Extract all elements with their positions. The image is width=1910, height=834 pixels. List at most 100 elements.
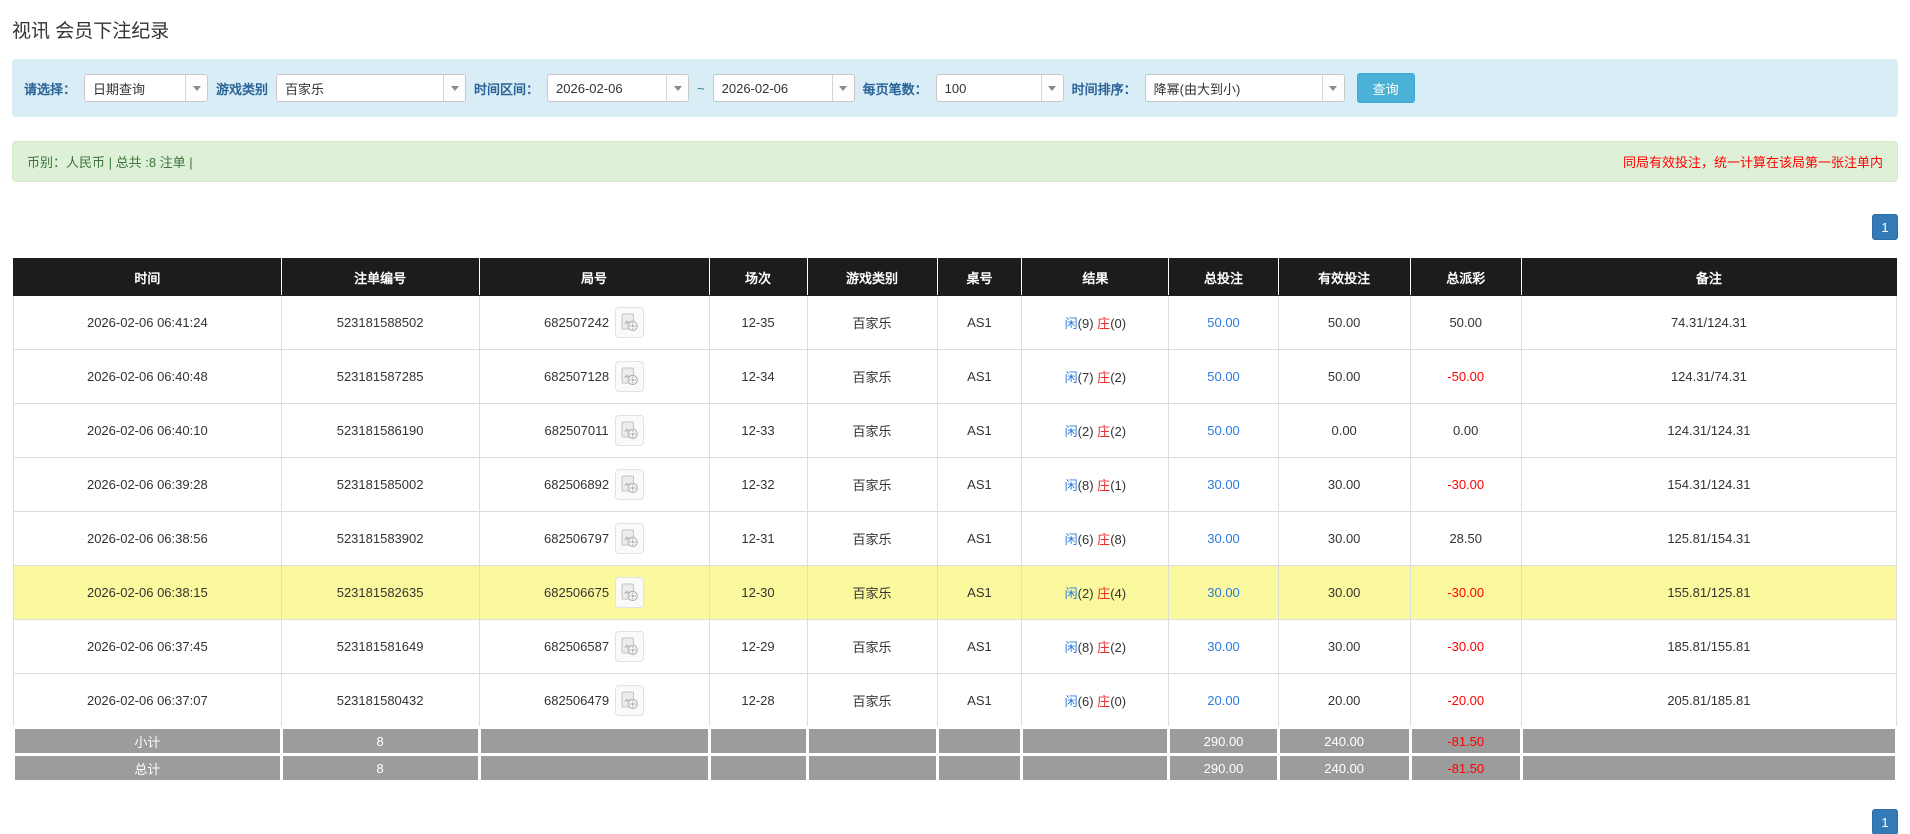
date-to-select[interactable]: 2026-02-06 — [712, 74, 855, 102]
page-size-label: 每页笔数： — [862, 81, 928, 97]
video-replay-icon[interactable] — [615, 523, 645, 554]
cell-remark: 124.31/74.31 — [1520, 349, 1898, 404]
cell-table-no: AS1 — [936, 295, 1023, 350]
chevron-down-icon[interactable] — [1040, 75, 1063, 101]
cell-time: 2026-02-06 06:38:15 — [13, 565, 282, 620]
cell-bet-id: 523181585002 — [280, 457, 480, 512]
result-banker: 庄 — [1097, 532, 1111, 547]
cell-total-bet-link[interactable]: 50.00 — [1168, 349, 1279, 404]
cell-payout: -20.00 — [1409, 673, 1522, 728]
cell-table-no: AS1 — [936, 673, 1023, 728]
page-1-button[interactable]: 1 — [1872, 809, 1898, 834]
subtotal-payout: -81.50 — [1408, 726, 1523, 756]
cell-round-id: 682506479 — [478, 673, 710, 728]
chevron-down-icon[interactable] — [185, 75, 208, 101]
page-1-button[interactable]: 1 — [1872, 214, 1898, 240]
cell-remark: 124.31/124.31 — [1520, 403, 1898, 458]
column-header: 结果 — [1021, 258, 1170, 296]
cell-round-id: 682507242 — [478, 295, 710, 350]
chevron-down-icon[interactable] — [443, 75, 466, 101]
cell-session: 12-34 — [708, 349, 808, 404]
query-type-value: 日期查询 — [93, 81, 146, 97]
video-replay-icon[interactable] — [615, 577, 645, 608]
table-row: 2026-02-06 06:38:15 523181582635 682506675… — [13, 565, 1898, 620]
cell-total-bet-link[interactable]: 30.00 — [1168, 511, 1279, 566]
result-player: 闲 — [1064, 640, 1078, 655]
cell-table-no: AS1 — [936, 511, 1023, 566]
cell-payout: 28.50 — [1409, 511, 1522, 566]
cell-remark: 74.31/124.31 — [1520, 295, 1898, 350]
column-header: 时间 — [13, 258, 282, 296]
table-row: 2026-02-06 06:39:28 523181585002 682506892… — [13, 457, 1898, 512]
time-sort-label: 时间排序： — [1071, 81, 1137, 97]
cell-total-bet-link[interactable]: 30.00 — [1168, 457, 1279, 512]
column-header: 桌号 — [936, 258, 1023, 296]
cell-time: 2026-02-06 06:37:45 — [13, 619, 282, 674]
video-replay-icon[interactable] — [615, 684, 645, 716]
cell-bet-id: 523181583902 — [280, 511, 480, 566]
cell-bet-id: 523181581649 — [280, 619, 480, 674]
table-row: 2026-02-06 06:40:48 523181587285 682507128… — [13, 349, 1898, 404]
cell-total-bet-link[interactable]: 30.00 — [1168, 619, 1279, 674]
time-sort-select[interactable]: 降幂(由大到小) — [1144, 74, 1345, 102]
result-banker: 庄 — [1097, 424, 1111, 439]
cell-game-type: 百家乐 — [806, 295, 938, 350]
page-size-select[interactable]: 100 — [935, 74, 1064, 102]
cell-session: 12-31 — [708, 511, 808, 566]
game-type-select[interactable]: 百家乐 — [276, 74, 467, 102]
cell-total-bet-link[interactable]: 30.00 — [1168, 565, 1279, 620]
subtotal-row: 小计 8 290.00 240.00 -81.50 — [12, 726, 1899, 756]
video-replay-icon[interactable] — [615, 361, 645, 392]
cell-table-no: AS1 — [936, 619, 1023, 674]
cell-time: 2026-02-06 06:40:10 — [13, 403, 282, 458]
result-banker: 庄 — [1097, 316, 1111, 331]
cell-game-type: 百家乐 — [806, 349, 938, 404]
column-header: 备注 — [1520, 258, 1898, 296]
video-replay-icon[interactable] — [614, 415, 644, 446]
table-row: 2026-02-06 06:41:24 523181588502 682507242… — [13, 295, 1898, 350]
chevron-down-icon[interactable] — [1321, 75, 1344, 101]
cell-payout: -30.00 — [1409, 457, 1522, 512]
search-button[interactable]: 查询 — [1356, 73, 1415, 103]
query-type-select[interactable]: 日期查询 — [84, 74, 209, 102]
result-banker: 庄 — [1097, 478, 1111, 493]
cell-total-bet-link[interactable]: 20.00 — [1168, 673, 1279, 728]
grand-total-total-bet: 290.00 — [1167, 753, 1280, 783]
video-replay-icon[interactable] — [615, 307, 645, 338]
cell-time: 2026-02-06 06:38:56 — [13, 511, 282, 566]
cell-total-bet-link[interactable]: 50.00 — [1168, 295, 1279, 350]
table-row: 2026-02-06 06:37:45 523181581649 682506587… — [13, 619, 1898, 674]
cell-payout: -30.00 — [1409, 565, 1522, 620]
cell-game-type: 百家乐 — [806, 565, 938, 620]
table-row: 2026-02-06 06:37:07 523181580432 682506479… — [13, 673, 1898, 728]
cell-payout: -30.00 — [1409, 619, 1522, 674]
result-banker: 庄 — [1097, 370, 1111, 385]
subtotal-total-bet: 290.00 — [1167, 726, 1280, 756]
cell-valid-bet: 30.00 — [1277, 511, 1411, 566]
cell-round-id: 682506675 — [478, 565, 710, 620]
table-header-row: 时间 注单编号 局号 场次 游戏类别 桌号 结果 总投注 有效投注 总派彩 备注 — [13, 258, 1898, 296]
cell-remark: 205.81/185.81 — [1520, 673, 1898, 728]
page-size-value: 100 — [944, 80, 967, 96]
result-player: 闲 — [1064, 586, 1078, 601]
subtotal-count: 8 — [279, 726, 481, 756]
chevron-down-icon[interactable] — [831, 75, 854, 101]
column-header: 场次 — [708, 258, 808, 296]
date-from-select[interactable]: 2026-02-06 — [547, 74, 690, 102]
column-header: 注单编号 — [280, 258, 480, 296]
video-replay-icon[interactable] — [615, 631, 645, 662]
cell-game-type: 百家乐 — [806, 673, 938, 728]
date-from-value: 2026-02-06 — [556, 80, 623, 96]
cell-time: 2026-02-06 06:40:48 — [13, 349, 282, 404]
cell-table-no: AS1 — [936, 565, 1023, 620]
chevron-down-icon[interactable] — [666, 75, 689, 101]
cell-valid-bet: 50.00 — [1277, 295, 1411, 350]
cell-valid-bet: 30.00 — [1277, 565, 1411, 620]
cell-bet-id: 523181582635 — [280, 565, 480, 620]
cell-round-id: 682507011 — [478, 403, 710, 458]
video-replay-icon[interactable] — [615, 469, 645, 500]
cell-time: 2026-02-06 06:39:28 — [13, 457, 282, 512]
cell-result: 闲(7) 庄(2) — [1021, 349, 1170, 404]
page-title: 视讯 会员下注纪录 — [12, 21, 170, 42]
cell-total-bet-link[interactable]: 50.00 — [1168, 403, 1279, 458]
